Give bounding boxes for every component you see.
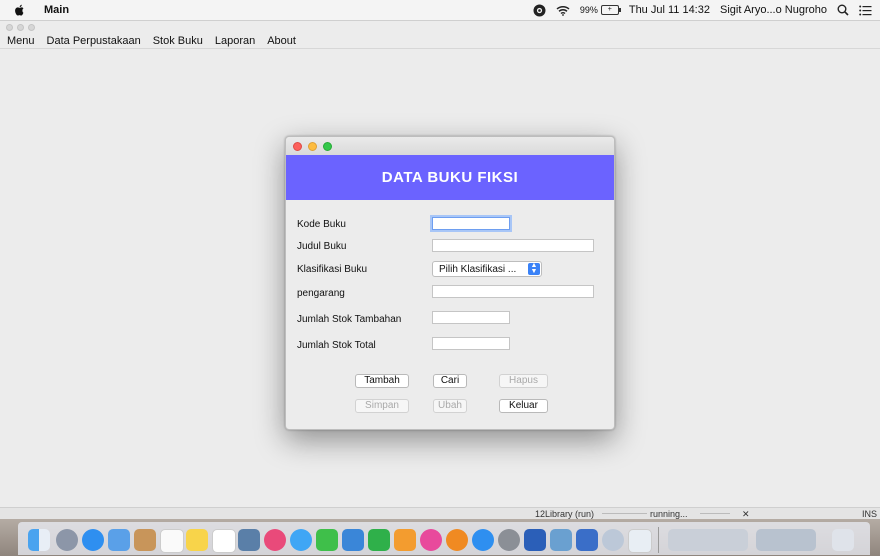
kode-buku-input[interactable] <box>432 217 510 230</box>
close-window-icon[interactable] <box>6 23 13 31</box>
label-jumlah-stok-tambahan: Jumlah Stok Tambahan <box>297 314 402 325</box>
screen-recorder-icon[interactable] <box>533 4 546 17</box>
app-store-icon[interactable] <box>472 529 494 551</box>
jumlah-stok-tambahan-input[interactable] <box>432 311 510 324</box>
menu-item-about[interactable]: About <box>266 35 297 47</box>
simpan-button[interactable]: Simpan <box>355 399 409 413</box>
dock-separator <box>658 527 659 553</box>
java-icon[interactable] <box>628 529 652 553</box>
safari-icon[interactable] <box>82 529 104 551</box>
close-icon[interactable] <box>293 141 302 151</box>
dialog-title: DATA BUKU FIKSI <box>381 169 519 186</box>
reminders-icon[interactable] <box>212 529 236 553</box>
hapus-button[interactable]: Hapus <box>499 374 548 388</box>
status-menus: 99% + Thu Jul 11 14:32 Sigit Aryo...o Nu… <box>533 0 872 20</box>
documents-icon[interactable] <box>756 529 816 551</box>
notification-center-icon[interactable] <box>859 5 872 16</box>
menu-bar: Main 99% + Thu Jul 11 14:32 Sigit Aryo..… <box>0 0 880 21</box>
downloads-icon[interactable] <box>668 529 748 551</box>
label-judul-buku: Judul Buku <box>297 241 347 252</box>
select-arrows-icon: ▲ ▼ <box>528 262 540 275</box>
system-preferences-icon[interactable] <box>498 529 520 551</box>
data-buku-fiksi-dialog: DATA BUKU FIKSI Kode Buku Judul Buku Kla… <box>285 136 615 430</box>
pages-icon[interactable] <box>394 529 416 551</box>
calendar-icon[interactable] <box>160 529 184 553</box>
finder-icon[interactable] <box>28 529 50 551</box>
minimize-icon[interactable] <box>308 141 317 151</box>
app-menu-bar: Menu Data Perpustakaan Stok Buku Laporan… <box>0 33 880 49</box>
label-pengarang: pengarang <box>297 288 345 299</box>
numbers-icon[interactable] <box>368 529 390 551</box>
menu-item-menu[interactable]: Menu <box>6 35 36 47</box>
battery-icon: + <box>600 5 621 15</box>
trash-icon[interactable] <box>832 529 854 551</box>
menu-item-laporan[interactable]: Laporan <box>214 35 256 47</box>
zoom-window-icon[interactable] <box>28 23 35 31</box>
menu-item-data-perpustakaan[interactable]: Data Perpustakaan <box>46 35 142 47</box>
klasifikasi-selected-value: Pilih Klasifikasi ... <box>439 263 517 275</box>
battery-status[interactable]: 99% + <box>579 5 621 15</box>
photos-icon[interactable] <box>238 529 260 551</box>
keluar-button[interactable]: Keluar <box>499 399 548 413</box>
dock <box>0 519 880 556</box>
progress-bar <box>700 513 730 514</box>
main-window-titlebar <box>0 21 880 33</box>
label-kode-buku: Kode Buku <box>297 219 346 230</box>
app-name[interactable]: Main <box>44 4 69 16</box>
jumlah-stok-total-input[interactable] <box>432 337 510 350</box>
clock[interactable]: Thu Jul 11 14:32 <box>629 4 710 16</box>
user-name[interactable]: Sigit Aryo...o Nugroho <box>720 4 827 16</box>
battery-percent: 99% <box>579 5 598 15</box>
preview-icon[interactable] <box>550 529 572 551</box>
pengarang-input[interactable] <box>432 285 594 298</box>
mail-icon[interactable] <box>108 529 130 551</box>
itunes-icon[interactable] <box>420 529 442 551</box>
cari-button[interactable]: Cari <box>433 374 467 388</box>
facetime-icon[interactable] <box>316 529 338 551</box>
keynote-icon[interactable] <box>342 529 364 551</box>
minimize-window-icon[interactable] <box>17 23 24 31</box>
contacts-icon[interactable] <box>134 529 156 551</box>
messages-icon[interactable] <box>290 529 312 551</box>
progress-track <box>602 513 647 514</box>
label-klasifikasi-buku: Klasifikasi Buku <box>297 264 368 275</box>
launchpad-icon[interactable] <box>56 529 78 551</box>
notes-icon[interactable] <box>186 529 208 551</box>
dock-shelf <box>18 522 870 555</box>
ubah-button[interactable]: Ubah <box>433 399 467 413</box>
netbeans-icon[interactable] <box>602 529 624 551</box>
apple-icon[interactable] <box>14 4 26 16</box>
wifi-icon[interactable] <box>556 5 570 16</box>
photo-booth-icon[interactable] <box>264 529 286 551</box>
tambah-button[interactable]: Tambah <box>355 374 409 388</box>
menu-item-stok-buku[interactable]: Stok Buku <box>152 35 204 47</box>
word-icon[interactable] <box>524 529 546 551</box>
ibooks-icon[interactable] <box>446 529 468 551</box>
virtualbox-icon[interactable] <box>576 529 598 551</box>
dialog-header: DATA BUKU FIKSI <box>286 155 614 200</box>
label-jumlah-stok-total: Jumlah Stok Total <box>297 340 376 351</box>
spotlight-icon[interactable] <box>837 4 849 16</box>
judul-buku-input[interactable] <box>432 239 594 252</box>
dialog-titlebar[interactable] <box>286 137 614 155</box>
klasifikasi-select[interactable]: Pilih Klasifikasi ... ▲ ▼ <box>432 261 542 277</box>
zoom-icon[interactable] <box>323 141 332 151</box>
